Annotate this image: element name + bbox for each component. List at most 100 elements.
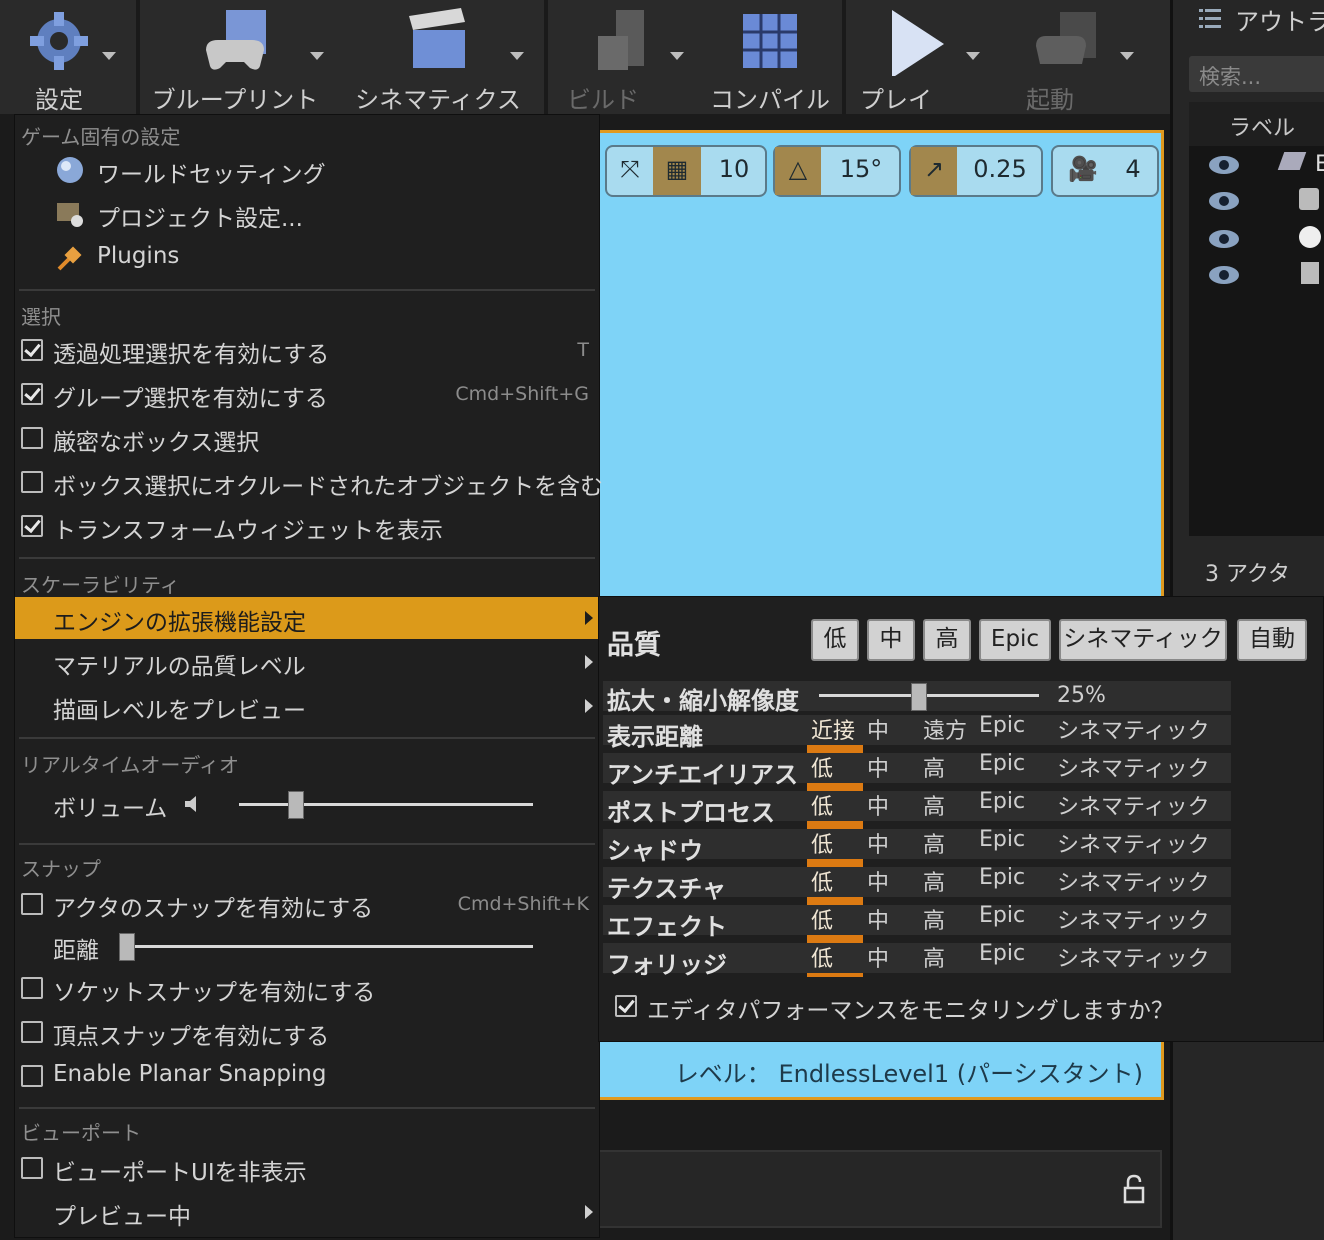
quality-option[interactable]: 中 — [867, 751, 889, 783]
volume-slider-track[interactable] — [239, 803, 533, 806]
preset-low-button[interactable]: 低 — [811, 619, 859, 661]
quality-option[interactable]: 近接 — [811, 713, 855, 745]
previewing-item[interactable]: プレビュー中 — [15, 1191, 599, 1233]
quality-option[interactable]: Epic — [979, 827, 1025, 852]
outliner-search-input[interactable]: 検索... — [1189, 56, 1324, 92]
group-select-toggle[interactable]: グループ選択を有効にする Cmd+Shift+G — [15, 373, 599, 415]
rotation-snap-value[interactable]: 15° — [823, 147, 899, 195]
checkbox[interactable] — [21, 893, 43, 915]
occluded-box-select-toggle[interactable]: ボックス選択にオクルードされたオブジェクトを含む — [15, 461, 603, 503]
actor-snap-toggle[interactable]: アクタのスナップを有効にする Cmd+Shift+K — [15, 883, 599, 925]
checkbox[interactable] — [21, 1021, 43, 1043]
transform-icon[interactable]: ⤧ — [607, 147, 653, 195]
material-quality-item[interactable]: マテリアルの品質レベル — [15, 641, 599, 683]
transform-widget-toggle[interactable]: トランスフォームウィジェットを表示 — [15, 505, 599, 547]
quality-option[interactable]: 低 — [811, 827, 833, 859]
visibility-eye-icon[interactable] — [1209, 192, 1239, 210]
play-button[interactable]: プレイ — [846, 0, 984, 114]
socket-snap-toggle[interactable]: ソケットスナップを有効にする — [15, 967, 599, 1009]
checkbox[interactable] — [21, 427, 43, 449]
quality-option[interactable]: シネマティック — [1057, 865, 1210, 897]
preset-auto-button[interactable]: 自動 — [1237, 619, 1307, 661]
quality-option[interactable]: 中 — [867, 903, 889, 935]
chevron-down-icon[interactable] — [1120, 52, 1134, 60]
checkbox[interactable] — [21, 383, 43, 405]
quality-option[interactable]: シネマティック — [1057, 827, 1210, 859]
quality-option[interactable]: Epic — [979, 751, 1025, 776]
preset-epic-button[interactable]: Epic — [979, 619, 1051, 661]
scale-snap-value[interactable]: 0.25 — [959, 147, 1041, 195]
distance-slider-thumb[interactable] — [119, 933, 135, 961]
volume-slider-thumb[interactable] — [287, 791, 304, 819]
grid-size-value[interactable]: 10 — [703, 147, 765, 195]
label-column-header[interactable]: ラベル — [1189, 102, 1324, 146]
quality-option[interactable]: Epic — [979, 903, 1025, 928]
cinematics-button[interactable]: シネマティクス — [340, 0, 536, 114]
settings-button[interactable]: 設定 — [0, 0, 118, 114]
quality-option[interactable]: 高 — [923, 751, 945, 783]
resolution-slider-track[interactable] — [819, 694, 1039, 697]
preset-medium-button[interactable]: 中 — [867, 619, 915, 661]
checkbox[interactable] — [21, 339, 43, 361]
preset-cinematic-button[interactable]: シネマティック — [1059, 619, 1227, 661]
vertex-snap-toggle[interactable]: 頂点スナップを有効にする — [15, 1011, 599, 1053]
preset-high-button[interactable]: 高 — [923, 619, 971, 661]
quality-option[interactable]: Epic — [979, 789, 1025, 814]
strict-box-select-toggle[interactable]: 厳密なボックス選択 — [15, 417, 599, 459]
distance-slider-track[interactable] — [119, 945, 533, 948]
compile-button[interactable]: コンパイル — [706, 0, 834, 114]
quality-option[interactable]: 中 — [867, 865, 889, 897]
chevron-down-icon[interactable] — [510, 52, 524, 60]
checkbox[interactable] — [615, 995, 637, 1017]
quality-option[interactable]: 高 — [923, 903, 945, 935]
checkbox[interactable] — [21, 977, 43, 999]
quality-option[interactable]: シネマティック — [1057, 713, 1210, 745]
quality-option[interactable]: 低 — [811, 751, 833, 783]
quality-option[interactable]: 遠方 — [923, 713, 967, 745]
quality-option[interactable]: 低 — [811, 789, 833, 821]
quality-option[interactable]: シネマティック — [1057, 751, 1210, 783]
quality-option[interactable]: 低 — [811, 903, 833, 935]
translucent-select-toggle[interactable]: 透過処理選択を有効にする T — [15, 329, 599, 371]
quality-option[interactable]: Epic — [979, 713, 1025, 738]
resolution-slider-thumb[interactable] — [911, 683, 927, 711]
visibility-eye-icon[interactable] — [1209, 266, 1239, 284]
launch-button[interactable]: 起動 — [990, 0, 1140, 114]
rotation-snap-toggle[interactable]: △ — [775, 147, 821, 195]
quality-option[interactable]: シネマティック — [1057, 941, 1210, 973]
quality-option[interactable]: 高 — [923, 865, 945, 897]
chevron-down-icon[interactable] — [670, 52, 684, 60]
quality-option[interactable]: 低 — [811, 865, 833, 897]
preview-rendering-item[interactable]: 描画レベルをプレビュー — [15, 685, 599, 727]
visibility-eye-icon[interactable] — [1209, 230, 1239, 248]
quality-option[interactable]: 中 — [867, 827, 889, 859]
chevron-down-icon[interactable] — [310, 52, 324, 60]
quality-option[interactable]: 中 — [867, 941, 889, 973]
visibility-eye-icon[interactable] — [1209, 156, 1239, 174]
quality-option[interactable]: 中 — [867, 789, 889, 821]
engine-scalability-item[interactable]: エンジンの拡張機能設定 — [15, 597, 599, 639]
chevron-down-icon[interactable] — [102, 52, 116, 60]
quality-option[interactable]: 高 — [923, 941, 945, 973]
checkbox[interactable] — [21, 1157, 43, 1179]
world-settings-item[interactable]: ワールドセッティング — [15, 149, 599, 191]
quality-option[interactable]: シネマティック — [1057, 789, 1210, 821]
grid-snap-toggle[interactable]: ▦ — [653, 147, 701, 195]
monitor-performance-toggle[interactable]: エディタパフォーマンスをモニタリングしますか？ — [611, 985, 1211, 1027]
plugins-item[interactable]: Plugins — [15, 237, 599, 279]
planar-snap-toggle[interactable]: Enable Planar Snapping — [15, 1055, 599, 1097]
quality-option[interactable]: 高 — [923, 789, 945, 821]
quality-option[interactable]: 高 — [923, 827, 945, 859]
camera-speed-group[interactable]: 🎥 4 — [1051, 145, 1159, 197]
quality-option[interactable]: シネマティック — [1057, 903, 1210, 935]
quality-option[interactable]: Epic — [979, 865, 1025, 890]
quality-option[interactable]: Epic — [979, 941, 1025, 966]
lock-icon[interactable] — [1122, 1174, 1146, 1204]
outliner-item-label[interactable]: En — [1315, 152, 1324, 177]
blueprint-button[interactable]: ブループリント — [140, 0, 330, 114]
scale-snap-toggle[interactable]: ↗ — [911, 147, 957, 195]
chevron-down-icon[interactable] — [966, 52, 980, 60]
checkbox[interactable] — [21, 1065, 43, 1087]
checkbox[interactable] — [21, 471, 43, 493]
hide-viewport-ui-toggle[interactable]: ビューポートUIを非表示 — [15, 1147, 599, 1189]
